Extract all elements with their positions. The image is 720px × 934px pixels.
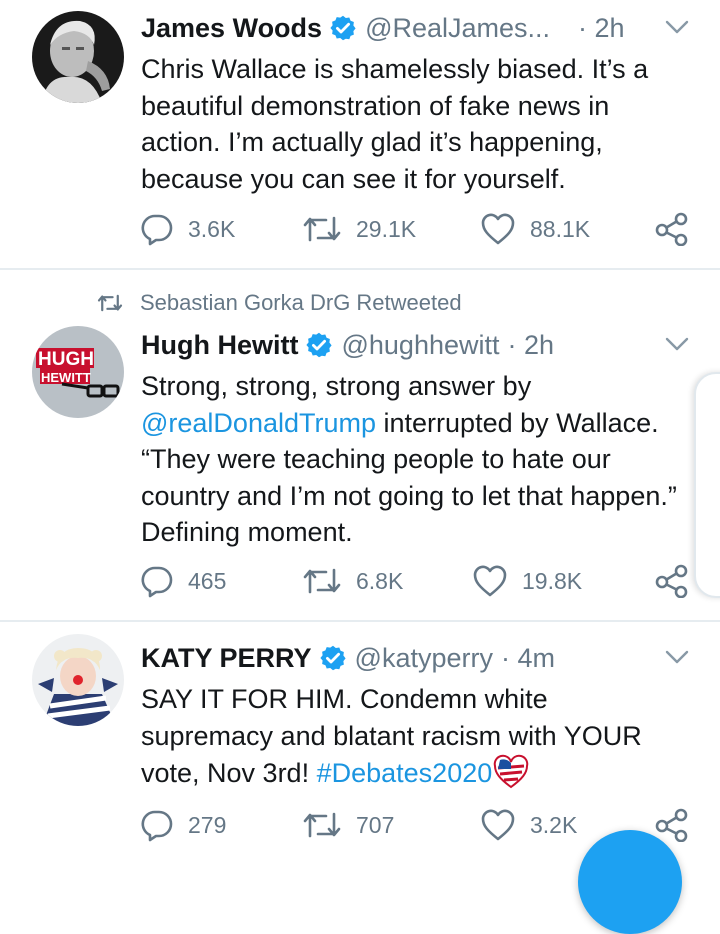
avatar-text-hugh: HUGH (38, 349, 94, 370)
compose-tweet-button[interactable] (578, 830, 682, 934)
like-icon (481, 809, 515, 841)
share-icon (655, 808, 688, 842)
share-button[interactable] (654, 212, 690, 246)
reply-count: 3.6K (188, 215, 236, 242)
avatar-photo (32, 634, 124, 726)
retweet-icon (303, 812, 341, 838)
retweet-button[interactable]: 707 (302, 808, 394, 842)
avatar-photo (32, 11, 124, 103)
tweet-james-woods[interactable]: James Woods @RealJames... · 2h Chris Wal… (0, 0, 720, 268)
tweet-katy-perry[interactable]: KATY PERRY @katyperry · 4m SAY IT FOR HI… (0, 622, 720, 868)
tweet-time[interactable]: · 2h (578, 13, 625, 44)
chevron-down-icon[interactable] (664, 335, 690, 353)
tweet-text-start: Strong, strong, strong answer by (141, 371, 532, 401)
share-icon (655, 564, 688, 598)
retweet-icon (303, 216, 341, 242)
debate-flag-heart-icon (494, 754, 529, 789)
chevron-down-icon[interactable] (664, 18, 690, 36)
reply-button[interactable]: 3.6K (140, 212, 235, 246)
tweet-header: KATY PERRY @katyperry · 4m (141, 640, 555, 676)
reply-icon (141, 566, 173, 598)
verified-icon (306, 332, 333, 358)
tweet-actions: 465 6.8K 19.8K (0, 564, 720, 604)
retweet-icon (303, 568, 341, 594)
tweet-text: SAY IT FOR HIM. Condemn white supremacy … (141, 681, 686, 792)
like-count: 3.2K (530, 811, 578, 838)
reply-button[interactable]: 465 (140, 564, 226, 598)
mention-link[interactable]: @realDonaldTrump (141, 408, 376, 438)
avatar[interactable] (32, 11, 124, 103)
retweet-button[interactable]: 29.1K (302, 212, 416, 246)
share-button[interactable] (654, 808, 690, 842)
author-name[interactable]: James Woods (141, 13, 322, 44)
reply-count: 279 (188, 811, 227, 838)
tweet-text: Strong, strong, strong answer by @realDo… (141, 368, 686, 551)
verified-icon (330, 15, 356, 41)
avatar-logo: HUGH HEWITT (32, 326, 124, 418)
like-count: 19.8K (522, 567, 583, 594)
reply-button[interactable]: 279 (140, 808, 226, 842)
author-name[interactable]: Hugh Hewitt (141, 330, 298, 361)
like-button[interactable]: 88.1K (480, 212, 590, 246)
share-icon (655, 212, 688, 246)
like-icon (481, 213, 515, 245)
like-icon (473, 565, 507, 597)
retweet-context-icon (97, 294, 123, 312)
avatar[interactable]: HUGH HEWITT (32, 326, 124, 418)
retweet-count: 707 (356, 811, 395, 838)
hashtag-link[interactable]: #Debates2020 (317, 758, 493, 788)
author-handle[interactable]: @hughhewitt (341, 330, 499, 361)
tweet-time[interactable]: · 2h (508, 330, 555, 361)
retweeted-by-label: Sebastian Gorka DrG Retweeted (140, 290, 462, 315)
retweet-button[interactable]: 6.8K (302, 564, 403, 598)
author-handle[interactable]: @RealJames... (365, 13, 550, 44)
like-count: 88.1K (530, 215, 591, 242)
avatar-text-hewitt: HEWITT (41, 370, 91, 385)
tweet-hugh-hewitt[interactable]: Sebastian Gorka DrG Retweeted HUGH HEWIT… (0, 270, 720, 620)
tweet-actions: 3.6K 29.1K 88.1K (0, 212, 720, 252)
tweet-time[interactable]: · 4m (501, 643, 555, 674)
retweet-context[interactable]: Sebastian Gorka DrG Retweeted (96, 290, 462, 316)
retweet-count: 29.1K (356, 215, 417, 242)
reply-count: 465 (188, 567, 227, 594)
like-button[interactable]: 3.2K (480, 808, 577, 842)
share-button[interactable] (654, 564, 690, 598)
avatar[interactable] (32, 634, 124, 726)
tweet-text: Chris Wallace is shamelessly biased. It’… (141, 54, 649, 194)
chevron-down-icon[interactable] (664, 648, 690, 666)
tweet-header: Hugh Hewitt @hughhewitt · 2h (141, 327, 554, 363)
edge-panel-handle[interactable] (694, 372, 720, 598)
reply-icon (141, 810, 173, 842)
verified-icon (319, 645, 346, 671)
reply-icon (141, 214, 173, 246)
retweet-count: 6.8K (356, 567, 404, 594)
author-name[interactable]: KATY PERRY (141, 643, 312, 674)
like-button[interactable]: 19.8K (472, 564, 582, 598)
author-handle[interactable]: @katyperry (355, 643, 493, 674)
tweet-header: James Woods @RealJames... · 2h (141, 10, 625, 46)
